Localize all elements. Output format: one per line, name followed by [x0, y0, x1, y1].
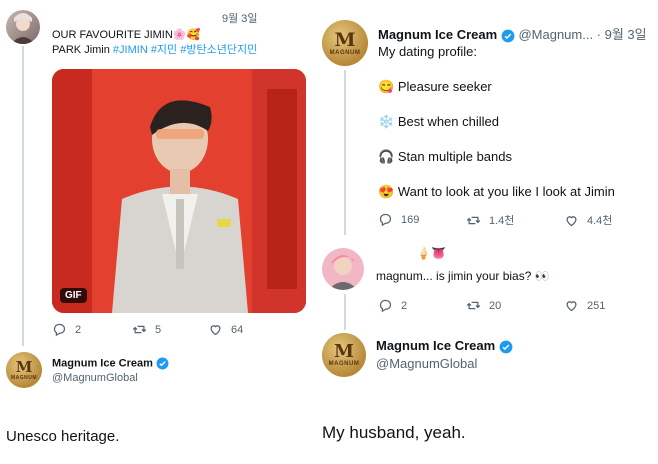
retweet-icon: [466, 216, 481, 224]
right-reply-header: Magnum Ice Cream: [376, 338, 513, 354]
magnum-logo-letter: M: [15, 357, 33, 376]
account-name[interactable]: Magnum Ice Cream: [52, 357, 153, 369]
profile-line-text: Best when chilled: [397, 114, 499, 129]
retweet-action[interactable]: 5: [132, 322, 161, 337]
emoji-row: 🍦👅: [416, 246, 446, 260]
avatar-photo-icon: [11, 13, 35, 44]
like-action[interactable]: 251: [564, 298, 605, 313]
heart-icon: [566, 215, 577, 226]
thread-line-right-2: [344, 294, 346, 330]
profile-line-2: ❄️ Best when chilled: [378, 114, 499, 130]
reply-icon: [53, 323, 66, 337]
retweet-count: 1.4천: [489, 215, 515, 227]
tweet-text-line1: OUR FAVOURITE JIMIN🌸🥰: [52, 29, 201, 41]
heart-icon: [566, 301, 577, 312]
like-count: 251: [587, 299, 606, 312]
heart-icon: [210, 325, 221, 336]
retweet-count: 20: [489, 299, 502, 312]
account-name[interactable]: Magnum Ice Cream: [378, 27, 497, 42]
reply-action[interactable]: 169: [378, 212, 419, 227]
reply-icon: [379, 299, 392, 313]
reply-count: 2: [401, 299, 408, 312]
magnum-logo-word: MAGNUM: [329, 49, 361, 56]
avatar-photo-icon: [328, 255, 358, 290]
magnum-logo: M MAGNUM: [322, 333, 366, 377]
profile-line-emoji: 🎧: [378, 149, 395, 164]
magnum-avatar-left[interactable]: M MAGNUM: [6, 352, 42, 388]
tweet-text: OUR FAVOURITE JIMIN🌸🥰 PARK Jimin #JIMIN …: [52, 28, 302, 58]
magnum-logo-word: MAGNUM: [328, 361, 360, 367]
reply-action[interactable]: 2: [378, 298, 407, 313]
left-reply-header: Magnum Ice Cream: [52, 357, 169, 370]
retweet-action[interactable]: 1.4천: [466, 212, 514, 228]
retweet-icon: [466, 301, 481, 310]
like-count: 4.4천: [587, 215, 613, 227]
fan-reply-text: magnum... is jimin your bias? 👀: [376, 269, 550, 283]
magnum-logo-word: MAGNUM: [10, 374, 38, 381]
magnum-logo: M MAGNUM: [322, 20, 368, 66]
reply-icon: [379, 213, 392, 227]
profile-line-text: Pleasure seeker: [397, 79, 492, 94]
profile-line-4: 😍 Want to look at you like I look at Jim…: [378, 184, 615, 200]
gif-media[interactable]: GIF: [52, 69, 306, 313]
like-action[interactable]: 4.4천: [564, 212, 612, 228]
like-action[interactable]: 64: [208, 322, 243, 337]
retweet-icon: [132, 325, 147, 334]
thread-line-right: [344, 70, 346, 235]
fan-avatar[interactable]: [322, 248, 364, 290]
user-avatar[interactable]: [6, 10, 40, 44]
profile-line-text: Stan multiple bands: [397, 149, 512, 164]
thread-line-left: [22, 46, 24, 346]
left-caption: Unesco heritage.: [6, 428, 120, 445]
hashtag-links[interactable]: #JIMIN #지민 #방탄소년단지민: [113, 44, 257, 56]
gif-photo-illustration: [52, 69, 306, 313]
right-caption: My husband, yeah.: [322, 423, 466, 442]
account-handle[interactable]: @MagnumGlobal: [52, 372, 138, 384]
magnum-avatar-right[interactable]: M MAGNUM: [322, 20, 368, 66]
account-handle[interactable]: @MagnumGlobal: [376, 356, 477, 371]
verified-badge-icon: [501, 29, 515, 42]
verified-badge-icon: [499, 340, 513, 353]
tweet-text-line2: PARK Jimin #JIMIN #지민 #방탄소년단지민: [52, 43, 302, 58]
retweet-count: 5: [155, 323, 162, 336]
reply-count: 169: [401, 213, 420, 226]
gif-badge: GIF: [60, 288, 87, 303]
magnum-logo: M MAGNUM: [6, 352, 42, 388]
tweet-text-plain: PARK Jimin: [52, 44, 113, 56]
profile-line-3: 🎧 Stan multiple bands: [378, 149, 512, 165]
like-count: 64: [231, 323, 244, 336]
tweet-date[interactable]: 9월 3일: [222, 10, 258, 26]
magnum-logo-letter: M: [334, 28, 356, 51]
profile-line-text: Want to look at you like I look at Jimin: [397, 184, 615, 199]
verified-badge-icon: [156, 357, 169, 370]
tweet-intro: My dating profile:: [378, 44, 477, 59]
magnum-avatar-right-2[interactable]: M MAGNUM: [322, 333, 366, 377]
handle-and-date[interactable]: @Magnum... · 9월 3일: [518, 27, 646, 42]
right-tweet-header: Magnum Ice Cream @Magnum... · 9월 3일: [378, 24, 647, 43]
profile-line-1: 😋 Pleasure seeker: [378, 79, 492, 95]
retweet-action[interactable]: 20: [466, 298, 501, 313]
magnum-logo-letter: M: [334, 341, 354, 362]
reply-count: 2: [75, 323, 82, 336]
reply-action[interactable]: 2: [52, 322, 81, 337]
profile-line-emoji: 😍: [378, 184, 395, 199]
account-name[interactable]: Magnum Ice Cream: [376, 338, 495, 353]
profile-line-emoji: ❄️: [378, 114, 395, 129]
profile-line-emoji: 😋: [378, 79, 395, 94]
